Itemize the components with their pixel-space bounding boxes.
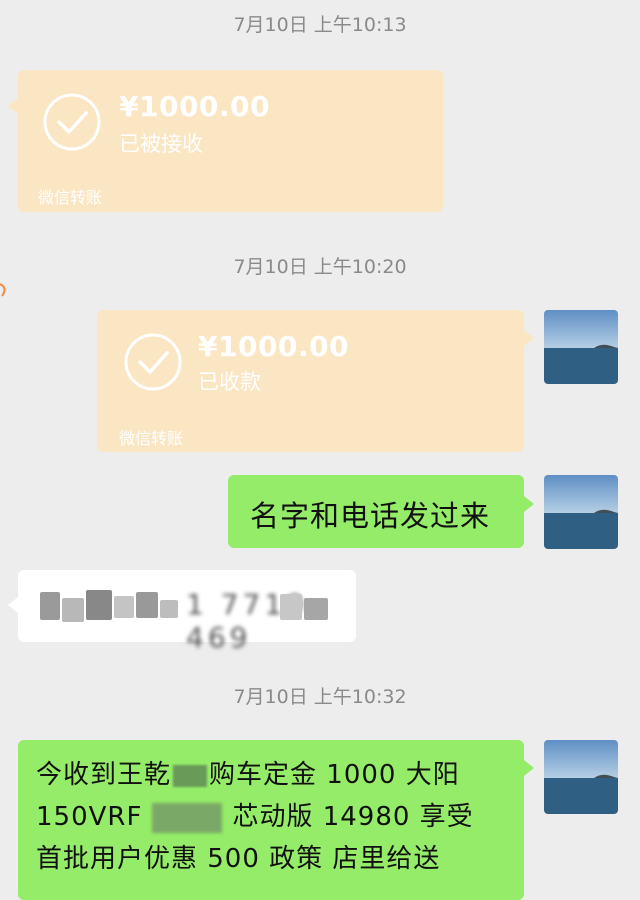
pixelation-block xyxy=(160,600,178,618)
message-bubble-sent[interactable]: 名字和电话发过来 xyxy=(228,475,524,548)
pixelation-block xyxy=(86,590,112,620)
timestamp: 7月10日 上午10:13 xyxy=(233,14,407,36)
pixelation-block xyxy=(280,594,302,620)
transfer-footer: 微信转账 xyxy=(38,188,103,207)
transfer-amount: ¥1000.00 xyxy=(119,90,271,123)
bubble-tail xyxy=(8,597,18,613)
orange-mark xyxy=(0,283,6,297)
timestamp: 7月10日 上午10:20 xyxy=(233,256,407,278)
bubble-tail xyxy=(524,760,534,776)
transfer-status: 已被接收 xyxy=(119,132,203,156)
avatar-sea-image xyxy=(544,475,618,549)
pixelation-block xyxy=(173,764,208,787)
message-text-segment: 150VRF xyxy=(36,802,143,832)
avatar[interactable] xyxy=(544,310,618,384)
transfer-amount: ¥1000.00 xyxy=(198,330,350,363)
transfer-card-sent[interactable]: ¥1000.00 已收款 微信转账 xyxy=(97,310,524,452)
avatar-sea-image xyxy=(544,740,618,814)
bubble-tail xyxy=(8,98,18,114)
transfer-status: 已收款 xyxy=(198,370,261,394)
pixelation-block xyxy=(304,598,328,620)
timestamp: 7月10日 上午10:32 xyxy=(233,686,407,708)
bubble-tail xyxy=(524,496,534,512)
message-text-line: 今收到王乾 购车定金 1000 大阳 xyxy=(36,754,460,796)
message-text-line: 150VRF 芯动版 14980 享受 xyxy=(36,796,474,838)
avatar[interactable] xyxy=(544,740,618,814)
message-text-segment: 购车定金 1000 大阳 xyxy=(209,760,460,790)
bubble-tail xyxy=(524,330,534,346)
pixelation-block xyxy=(114,596,134,618)
message-text-segment: 今收到王乾 xyxy=(36,760,172,790)
pixelation-block xyxy=(62,598,84,622)
check-circle-icon xyxy=(43,93,101,151)
message-text-line: 首批用户优惠 500 政策 店里给送 xyxy=(36,844,441,874)
transfer-card-received[interactable]: ¥1000.00 已被接收 微信转账 xyxy=(18,70,443,212)
check-circle-icon xyxy=(124,333,182,391)
transfer-footer: 微信转账 xyxy=(119,429,184,448)
avatar[interactable] xyxy=(544,475,618,549)
pixelation-block xyxy=(136,592,158,618)
message-bubble-received[interactable]: 1 7719 469 xyxy=(18,570,356,654)
message-text-segment: 芯动版 14980 享受 xyxy=(232,802,474,832)
pixelation-block xyxy=(40,592,60,620)
message-text: 名字和电话发过来 xyxy=(250,499,491,533)
avatar-sea-image xyxy=(544,310,618,384)
message-text-blurred: 1 7719 469 xyxy=(186,588,308,654)
pixelation-block xyxy=(152,802,223,833)
message-bubble-sent[interactable]: 今收到王乾 购车定金 1000 大阳 150VRF 芯动版 14980 享受 首批用… xyxy=(18,740,524,900)
